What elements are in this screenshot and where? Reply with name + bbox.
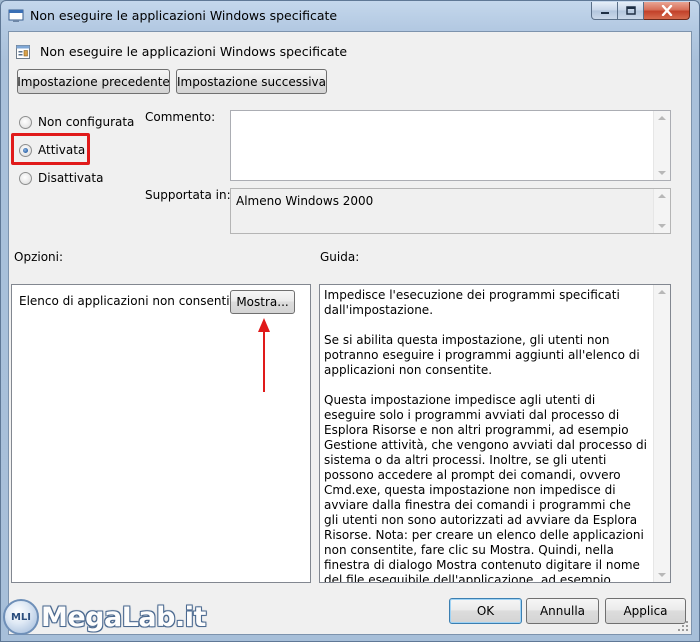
comment-label: Commento:	[145, 110, 216, 124]
close-button[interactable]	[644, 2, 690, 20]
scroll-down-icon[interactable]	[658, 573, 666, 577]
help-paragraph: Impedisce l'esecuzione dei programmi spe…	[324, 288, 620, 317]
scroll-down-icon[interactable]	[658, 171, 666, 175]
supported-value: Almeno Windows 2000	[236, 194, 374, 208]
radio-not-configured-label: Non configurata	[38, 115, 135, 129]
resize-grip-icon[interactable]	[677, 620, 689, 632]
scroll-up-icon[interactable]	[658, 290, 666, 294]
scroll-up-icon[interactable]	[658, 194, 666, 198]
policy-dialog-window: Non eseguire le applicazioni Windows spe…	[0, 0, 700, 642]
maximize-icon	[625, 6, 636, 15]
maximize-button[interactable]	[618, 2, 644, 20]
radio-not-configured-circle[interactable]	[19, 115, 32, 129]
radio-not-configured[interactable]: Non configurata	[19, 115, 134, 129]
comment-scrollbar[interactable]	[653, 111, 670, 180]
scroll-down-icon[interactable]	[658, 224, 666, 228]
megalab-logo-text: MegaLab.it	[41, 601, 206, 633]
ok-button[interactable]: OK	[449, 598, 522, 624]
next-setting-button[interactable]: Impostazione successiva	[176, 69, 327, 94]
scroll-up-icon[interactable]	[658, 116, 666, 120]
radio-disabled-label: Disattivata	[38, 171, 104, 185]
help-text: Impedisce l'esecuzione dei programmi spe…	[324, 288, 648, 583]
radio-disabled[interactable]: Disattivata	[19, 171, 103, 185]
apply-button[interactable]: Applica	[605, 598, 686, 624]
supported-scrollbar[interactable]	[653, 189, 670, 233]
supported-label: Supportata in:	[145, 188, 231, 202]
previous-setting-button[interactable]: Impostazione precedente	[17, 69, 170, 94]
window-title: Non eseguire le applicazioni Windows spe…	[30, 8, 338, 23]
minimize-icon	[600, 11, 609, 14]
megalab-watermark: MLI MegaLab.it	[3, 597, 206, 637]
close-icon	[661, 5, 672, 16]
cancel-button[interactable]: Annulla	[526, 598, 599, 624]
enabled-highlight-box	[11, 133, 90, 165]
red-arrow-shaft	[263, 330, 265, 392]
show-button[interactable]: Mostra...	[230, 290, 295, 314]
options-label: Opzioni:	[14, 250, 64, 264]
help-panel[interactable]: Impedisce l'esecuzione dei programmi spe…	[319, 284, 671, 583]
radio-disabled-circle[interactable]	[19, 171, 32, 185]
minimize-button[interactable]	[591, 2, 618, 20]
megalab-logo-icon: MLI	[3, 599, 39, 635]
policy-app-icon	[8, 9, 24, 22]
dialog-client-area: Non eseguire le applicazioni Windows spe…	[8, 31, 692, 635]
comment-textarea[interactable]	[230, 110, 671, 181]
disallowed-apps-label: Elenco di applicazioni non consentite	[19, 294, 242, 308]
help-label: Guida:	[320, 250, 360, 264]
supported-field: Almeno Windows 2000	[230, 188, 671, 234]
help-paragraph: Questa impostazione impedisce agli utent…	[324, 393, 647, 583]
help-paragraph: Se si abilita questa impostazione, gli u…	[324, 333, 640, 377]
help-scrollbar[interactable]	[653, 285, 670, 582]
setting-icon	[16, 45, 30, 59]
title-bar[interactable]: Non eseguire le applicazioni Windows spe…	[1, 1, 699, 31]
setting-title: Non eseguire le applicazioni Windows spe…	[40, 44, 348, 59]
